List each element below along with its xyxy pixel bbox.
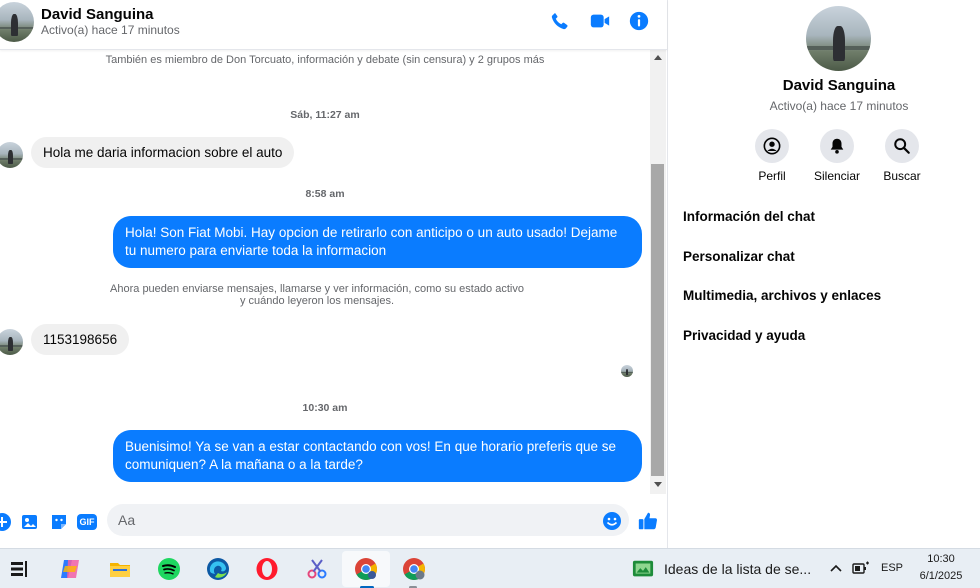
opera-icon[interactable] — [255, 557, 279, 581]
spotify-icon[interactable] — [157, 557, 181, 581]
gallery-icon[interactable] — [20, 512, 40, 532]
chrome-icon[interactable] — [354, 557, 378, 581]
profile-button-label: Perfil — [758, 169, 786, 183]
widget-headline[interactable]: Ideas de la lista de se... — [664, 561, 811, 577]
profile-button[interactable]: Perfil — [742, 129, 802, 183]
bell-icon — [830, 138, 844, 154]
messenger-window: David Sanguina Activo(a) hace 17 minutos… — [0, 0, 980, 588]
section-chat-info[interactable]: Información del chat — [683, 209, 815, 224]
scroll-down-arrow-icon[interactable] — [654, 482, 662, 487]
timestamp-separator: 8:58 am — [305, 188, 345, 200]
edge-icon[interactable] — [206, 557, 230, 581]
thumbs-up-icon[interactable] — [637, 510, 659, 532]
search-icon — [894, 138, 910, 154]
message-input[interactable] — [107, 504, 629, 536]
section-media-files-links[interactable]: Multimedia, archivos y enlaces — [683, 288, 881, 303]
task-view-icon[interactable] — [8, 557, 32, 581]
outgoing-message[interactable]: Buenisimo! Ya se van a estar contactando… — [113, 430, 642, 482]
snipping-tool-icon[interactable] — [305, 557, 329, 581]
chrome-profile-icon[interactable] — [402, 557, 426, 581]
sender-avatar[interactable] — [0, 329, 23, 355]
widget-news-icon[interactable] — [632, 558, 654, 580]
mute-button-label: Silenciar — [813, 169, 861, 183]
profile-avatar-large[interactable] — [806, 6, 871, 71]
bell-icon-circle — [820, 129, 854, 163]
search-icon-circle — [885, 129, 919, 163]
search-button-label: Buscar — [883, 169, 921, 183]
mute-button[interactable]: Silenciar — [807, 129, 867, 183]
video-camera-icon[interactable] — [589, 10, 611, 32]
timestamp-separator: Sáb, 11:27 am — [290, 109, 360, 121]
section-privacy-support[interactable]: Privacidad y ayuda — [683, 328, 805, 343]
profile-status: Activo(a) hace 17 minutos — [769, 99, 909, 113]
system-message-line: y cuándo leyeron los mensajes. — [239, 295, 395, 307]
outgoing-message[interactable]: Hola! Son Fiat Mobi. Hay opcion de retir… — [113, 216, 642, 268]
windows-taskbar: Ideas de la lista de se... ESP 10:30 6/1… — [0, 548, 980, 588]
profile-icon-circle — [755, 129, 789, 163]
contact-status: Activo(a) hace 17 minutos — [41, 23, 180, 37]
gif-icon[interactable]: GIF — [77, 514, 97, 530]
chat-header: David Sanguina Activo(a) hace 17 minutos — [0, 0, 667, 50]
incoming-message[interactable]: 1153198656 — [31, 324, 130, 355]
privacy-system-message: Ahora pueden enviarse mensajes, llamarse… — [0, 283, 634, 307]
chat-info-panel: David Sanguina Activo(a) hace 17 minutos… — [668, 0, 980, 548]
plus-icon[interactable] — [0, 512, 12, 532]
sender-avatar[interactable] — [0, 142, 23, 168]
chat-pane: David Sanguina Activo(a) hace 17 minutos… — [0, 0, 668, 548]
message-scrollbar[interactable] — [650, 50, 666, 494]
profile-name: David Sanguina — [782, 77, 896, 94]
timestamp-separator: 10:30 am — [302, 402, 348, 414]
copilot-icon[interactable] — [58, 557, 82, 581]
group-membership-note: También es miembro de Don Torcuato, info… — [105, 54, 545, 66]
info-icon[interactable] — [628, 10, 650, 32]
sticker-icon[interactable] — [49, 512, 69, 532]
phone-icon[interactable] — [549, 10, 571, 32]
search-button[interactable]: Buscar — [872, 129, 932, 183]
input-language[interactable]: ESP — [881, 562, 903, 574]
network-battery-icon[interactable] — [852, 561, 870, 577]
clock-date[interactable]: 6/1/2025 — [910, 570, 972, 582]
contact-name[interactable]: David Sanguina — [41, 6, 154, 23]
incoming-message[interactable]: Hola me daria informacion sobre el auto — [31, 137, 295, 168]
message-composer: GIF — [0, 498, 667, 546]
scroll-thumb[interactable] — [651, 164, 664, 476]
section-customize-chat[interactable]: Personalizar chat — [683, 249, 795, 264]
seen-receipt-avatar — [621, 365, 633, 377]
scroll-up-arrow-icon[interactable] — [654, 55, 662, 60]
clock-time[interactable]: 10:30 — [918, 553, 964, 565]
contact-avatar[interactable] — [0, 2, 34, 42]
chevron-up-icon[interactable] — [829, 561, 843, 575]
emoji-icon[interactable] — [602, 511, 622, 531]
message-list[interactable]: También es miembro de Don Torcuato, info… — [0, 50, 650, 494]
file-explorer-icon[interactable] — [108, 557, 132, 581]
profile-icon — [763, 137, 781, 155]
system-message-line: Ahora pueden enviarse mensajes, llamarse… — [110, 283, 524, 295]
